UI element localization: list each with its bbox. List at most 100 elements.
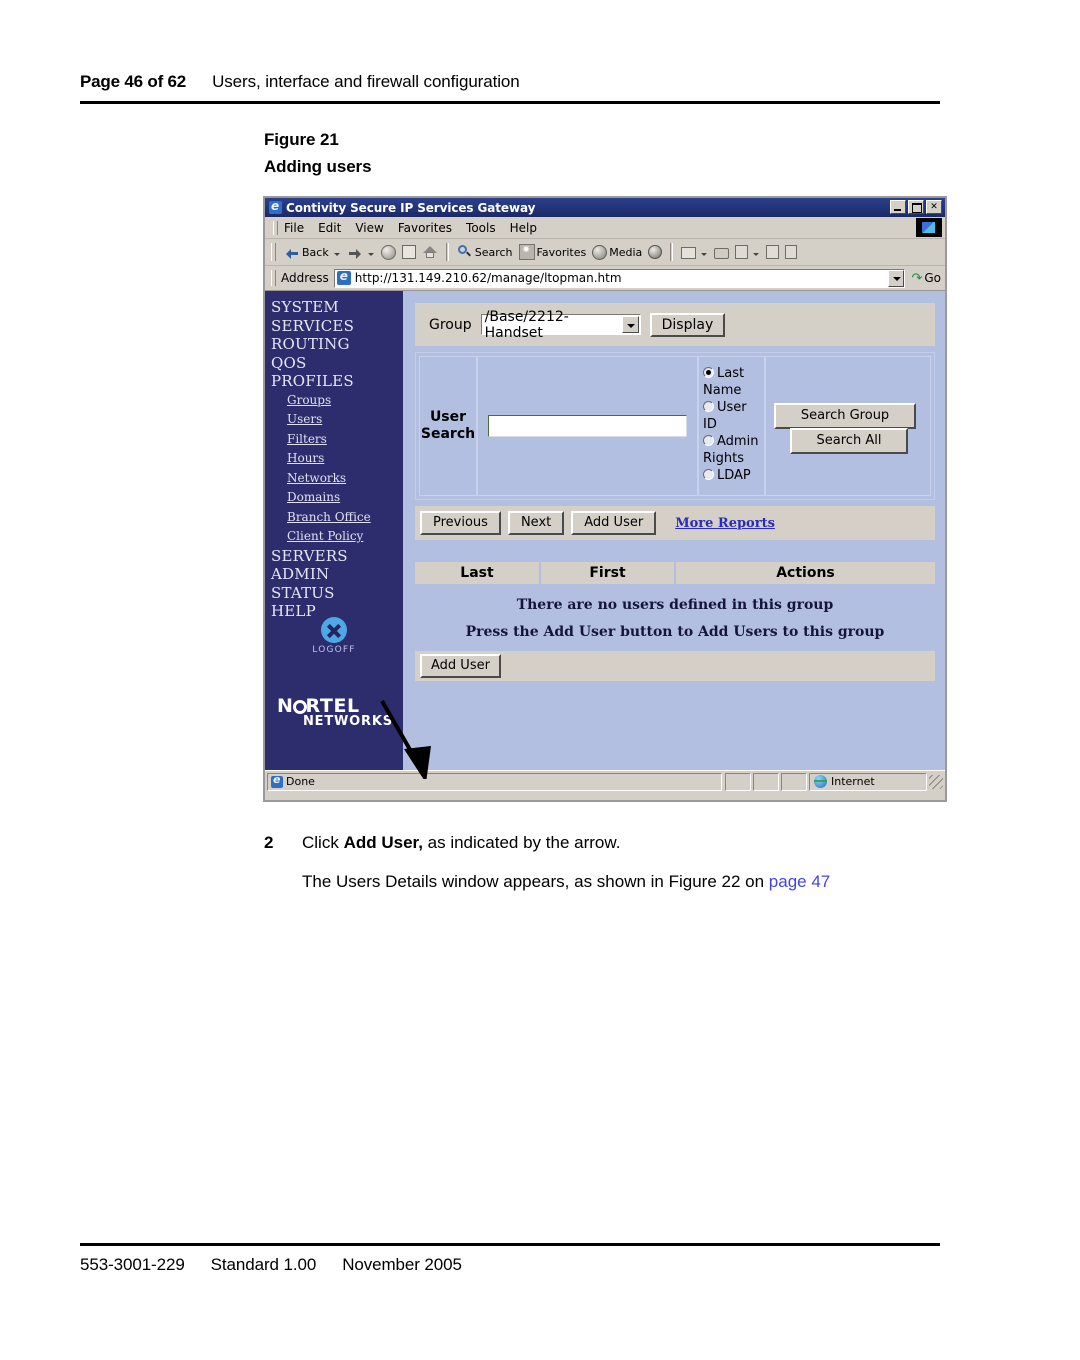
chevron-down-icon[interactable] <box>621 316 639 333</box>
print-button[interactable] <box>712 244 731 260</box>
sidebar-subitem-hours[interactable]: Hours <box>265 449 403 469</box>
sidebar-item-admin[interactable]: ADMIN <box>265 565 403 584</box>
sidebar-item-routing[interactable]: ROUTING <box>265 335 403 354</box>
browser-status-bar: Done Internet <box>265 770 945 792</box>
media-icon <box>592 244 608 260</box>
user-search-label: User Search <box>419 356 477 496</box>
back-button[interactable]: Back <box>282 243 331 261</box>
menu-item-file[interactable]: File <box>284 221 304 235</box>
display-button[interactable]: Display <box>649 312 726 337</box>
maximize-button[interactable] <box>908 200 924 214</box>
home-button[interactable] <box>420 243 440 261</box>
media-button[interactable]: Media <box>590 244 644 261</box>
main-content: Group /Base/2212-Handset Display User Se… <box>380 291 945 779</box>
sidebar-subitem-groups[interactable]: Groups <box>265 391 403 411</box>
menu-item-favorites[interactable]: Favorites <box>398 221 452 235</box>
window-title: Contivity Secure IP Services Gateway <box>286 200 536 215</box>
sidebar-subitem-branch-office[interactable]: Branch Office <box>265 508 403 528</box>
search-all-button[interactable]: Search All <box>790 428 908 454</box>
footer-standard: Standard 1.00 <box>210 1255 317 1274</box>
history-button[interactable] <box>646 244 664 260</box>
minimize-button[interactable] <box>890 200 906 214</box>
mail-menu-caret-icon[interactable] <box>701 252 708 256</box>
add-user-button-bottom[interactable]: Add User <box>420 654 501 678</box>
sidebar-subitem-filters[interactable]: Filters <box>265 430 403 450</box>
sidebar-subitem-client-policy[interactable]: Client Policy <box>265 527 403 547</box>
mail-button[interactable] <box>679 244 698 260</box>
radio-ldap-label: LDAP <box>717 468 751 483</box>
menu-grip-handle[interactable] <box>273 220 278 235</box>
user-search-input-cell <box>477 356 698 496</box>
search-button[interactable]: Search <box>455 243 515 261</box>
sidebar-item-status[interactable]: STATUS <box>265 584 403 603</box>
previous-button[interactable]: Previous <box>420 511 501 535</box>
radio-admin-rights[interactable]: Admin Rights <box>703 433 764 467</box>
radio-admin-rights-icon[interactable] <box>703 435 714 446</box>
menu-item-edit[interactable]: Edit <box>318 221 341 235</box>
radio-user-id[interactable]: User ID <box>703 399 764 433</box>
logoff-button[interactable]: LOGOFF <box>265 617 403 655</box>
page-cross-reference-link[interactable]: page 47 <box>769 872 830 891</box>
step-text-post: as indicated by the arrow. <box>422 833 621 852</box>
sidebar-subitem-networks[interactable]: Networks <box>265 469 403 489</box>
group-selector-row: Group /Base/2212-Handset Display <box>415 303 935 346</box>
radio-ldap[interactable]: LDAP <box>703 467 764 484</box>
add-user-button-top[interactable]: Add User <box>571 511 657 535</box>
favorites-button[interactable]: Favorites <box>517 243 589 261</box>
edit-menu-caret-icon[interactable] <box>753 252 760 256</box>
empty-state-message-1: There are no users defined in this group <box>516 597 834 613</box>
address-input[interactable]: http://131.149.210.62/manage/ltopman.htm <box>333 268 906 288</box>
sidebar-subitem-users[interactable]: Users <box>265 410 403 430</box>
menu-item-tools[interactable]: Tools <box>466 221 496 235</box>
mail-icon <box>681 247 697 259</box>
messenger-button[interactable] <box>783 244 799 260</box>
forward-history-caret-icon[interactable] <box>367 252 374 256</box>
resize-grip-icon[interactable] <box>929 774 943 789</box>
more-reports-link[interactable]: More Reports <box>675 516 775 531</box>
chapter-title: Users, interface and firewall configurat… <box>212 72 520 91</box>
radio-user-id-icon[interactable] <box>703 401 714 412</box>
forward-button[interactable] <box>345 243 365 261</box>
security-zone-pane: Internet <box>809 772 927 791</box>
toolbar-grip-handle[interactable] <box>271 243 276 261</box>
radio-ldap-icon[interactable] <box>703 469 714 480</box>
security-zone-label: Internet <box>831 775 875 788</box>
sidebar-subitem-domains[interactable]: Domains <box>265 488 403 508</box>
close-button[interactable]: ✕ <box>926 200 942 214</box>
go-button[interactable]: ↷ Go <box>911 271 941 286</box>
page-footer: 553-3001-229 Standard 1.00 November 2005 <box>80 1255 462 1275</box>
menu-item-view[interactable]: View <box>355 221 383 235</box>
address-dropdown-icon[interactable] <box>888 269 905 287</box>
footer-date: November 2005 <box>342 1255 462 1274</box>
menu-item-help[interactable]: Help <box>510 221 537 235</box>
step-text-bold: Add User, <box>343 833 423 852</box>
radio-last-name[interactable]: Last Name <box>703 365 764 399</box>
window-controls: ✕ <box>890 200 942 214</box>
radio-last-name-icon[interactable] <box>703 367 714 378</box>
discuss-button[interactable] <box>764 244 781 260</box>
next-button[interactable]: Next <box>507 511 565 535</box>
nortel-globe-icon <box>292 700 307 714</box>
toolbar-separator <box>445 243 449 261</box>
address-grip-handle[interactable] <box>271 270 276 286</box>
messenger-icon <box>785 245 798 259</box>
edit-button[interactable] <box>733 244 750 260</box>
sidebar-item-servers[interactable]: SERVERS <box>265 547 403 566</box>
figure-title: Adding users <box>264 157 372 176</box>
user-search-input[interactable] <box>488 415 687 437</box>
go-label: Go <box>924 271 941 285</box>
stop-button[interactable] <box>379 244 398 261</box>
page-folio: Page 46 of 62 <box>80 72 187 91</box>
address-label: Address <box>281 271 329 285</box>
refresh-button[interactable] <box>400 244 418 260</box>
sidebar-item-services[interactable]: SERVICES <box>265 317 403 336</box>
step-text-pre: Click <box>302 833 344 852</box>
sidebar-item-profiles[interactable]: PROFILES <box>265 372 403 391</box>
search-group-button[interactable]: Search Group <box>774 403 916 429</box>
application-area: SYSTEM SERVICES ROUTING QOS PROFILES Gro… <box>265 291 945 779</box>
back-history-caret-icon[interactable] <box>333 252 340 256</box>
group-select[interactable]: /Base/2212-Handset <box>480 309 641 341</box>
step-result-text: The Users Details window appears, as sho… <box>302 872 830 892</box>
sidebar-item-qos[interactable]: QOS <box>265 354 403 373</box>
sidebar-item-system[interactable]: SYSTEM <box>265 298 403 317</box>
